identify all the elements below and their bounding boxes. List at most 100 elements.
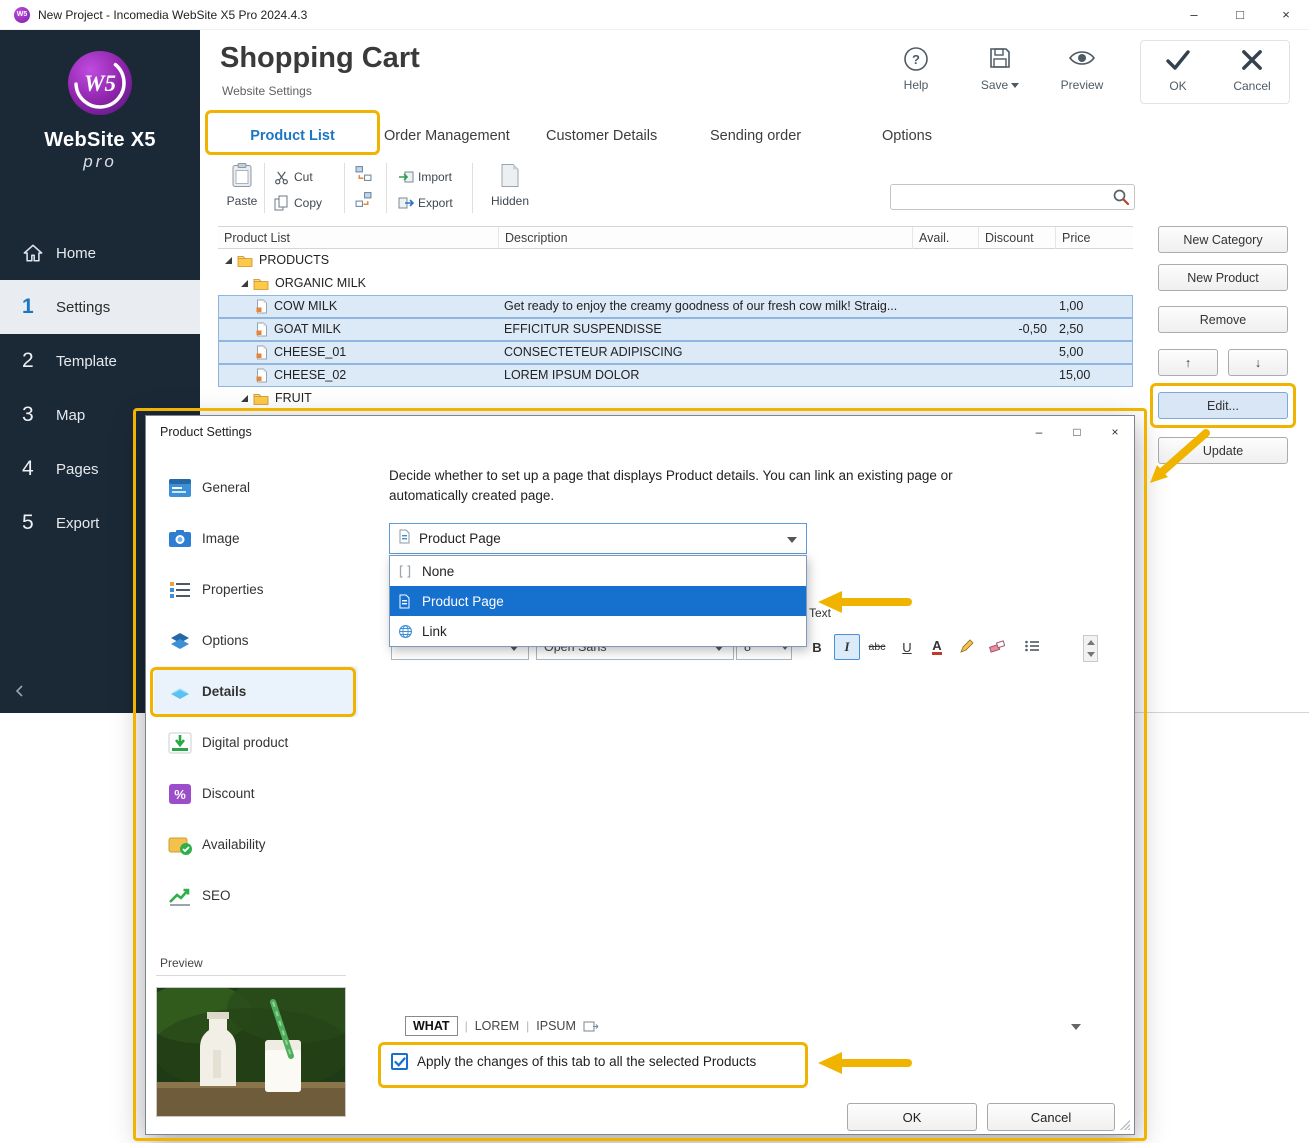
column-header-product-list[interactable]: Product List: [218, 227, 498, 249]
dialog-nav-label: Options: [202, 633, 249, 648]
cut-button[interactable]: Cut: [274, 166, 313, 188]
dropdown-option-product-page[interactable]: Product Page: [390, 586, 806, 616]
product-row[interactable]: CHEESE_01 CONSECTETEUR ADIPISCING 5,00: [218, 341, 1133, 364]
move-level-up-button[interactable]: [352, 165, 374, 187]
dialog-close-button[interactable]: ×: [1096, 417, 1134, 447]
row-name: GOAT MILK: [274, 322, 341, 336]
dialog-maximize-button[interactable]: □: [1058, 417, 1096, 447]
dialog-nav-discount[interactable]: % Discount: [154, 768, 358, 819]
properties-icon: [168, 579, 202, 601]
product-row[interactable]: COW MILK Get ready to enjoy the creamy go…: [218, 295, 1133, 318]
tab-customer-details[interactable]: Customer Details: [546, 118, 657, 155]
search-icon[interactable]: [1108, 188, 1134, 206]
dialog-cancel-button[interactable]: Cancel: [987, 1103, 1115, 1131]
sidebar-item-template[interactable]: 2 Template: [0, 334, 200, 388]
dialog-nav-options[interactable]: Options: [154, 615, 358, 666]
dialog-nav-details[interactable]: Details: [154, 666, 358, 717]
font-color-button[interactable]: A: [924, 634, 950, 660]
clear-format-button[interactable]: [984, 634, 1010, 660]
product-row[interactable]: GOAT MILK EFFICITUR SUSPENDISSE -0,50 2,50: [218, 318, 1133, 341]
dialog-nav-availability[interactable]: Availability: [154, 819, 358, 870]
import-button[interactable]: Import: [398, 166, 452, 188]
new-category-button[interactable]: New Category: [1158, 226, 1288, 253]
italic-button[interactable]: I: [834, 634, 860, 660]
move-up-button[interactable]: ↑: [1158, 349, 1218, 376]
save-button[interactable]: Save: [972, 46, 1028, 92]
tab-product-list[interactable]: Product List: [205, 118, 380, 155]
edit-button[interactable]: Edit...: [1158, 392, 1288, 419]
column-header-description[interactable]: Description: [498, 227, 912, 249]
editor-tab-what[interactable]: WHAT: [405, 1016, 458, 1036]
combobox-value: Product Page: [419, 531, 501, 546]
editor-scrollbar[interactable]: [1083, 635, 1098, 662]
bullet-list-button[interactable]: [1019, 634, 1045, 660]
paste-button[interactable]: Paste: [220, 162, 264, 208]
column-header-avail[interactable]: Avail.: [912, 227, 978, 249]
add-language-icon[interactable]: [583, 1020, 599, 1033]
dropdown-option-label: Product Page: [422, 593, 504, 609]
collapse-sidebar-button[interactable]: [14, 681, 34, 701]
bold-button[interactable]: B: [804, 634, 830, 660]
apply-all-checkbox[interactable]: [391, 1053, 408, 1070]
tab-order-management[interactable]: Order Management: [384, 118, 510, 155]
expand-triangle-icon[interactable]: [240, 394, 253, 403]
cell-description: CONSECTETEUR ADIPISCING: [504, 345, 683, 359]
minimize-button[interactable]: –: [1171, 0, 1217, 30]
dialog-nav-digital-product[interactable]: Digital product: [154, 717, 358, 768]
column-header-price[interactable]: Price: [1055, 227, 1133, 249]
search-input[interactable]: [891, 186, 1108, 208]
folder-icon: [253, 277, 269, 290]
move-down-button[interactable]: ↓: [1228, 349, 1288, 376]
toolbar: Paste Cut Copy Import Export Hidden: [0, 158, 1309, 220]
tab-sending-order[interactable]: Sending order: [710, 118, 801, 155]
maximize-button[interactable]: □: [1217, 0, 1263, 30]
dialog-nav-general[interactable]: General: [154, 462, 358, 513]
dialog-nav-seo[interactable]: SEO: [154, 870, 358, 921]
strikethrough-button[interactable]: abc: [864, 634, 890, 660]
export-button[interactable]: Export: [398, 192, 453, 214]
editor-tab-ipsum[interactable]: IPSUM: [536, 1019, 576, 1033]
dialog-nav-image[interactable]: Image: [154, 513, 358, 564]
resize-grip[interactable]: [1118, 1118, 1130, 1130]
underline-button[interactable]: U: [894, 634, 920, 660]
expand-triangle-icon[interactable]: [240, 279, 253, 288]
expand-triangle-icon[interactable]: [224, 256, 237, 265]
titlebar: W5 New Project - Incomedia WebSite X5 Pr…: [0, 0, 1309, 30]
chevron-down-icon: [787, 537, 797, 543]
cancel-button[interactable]: Cancel: [1222, 47, 1282, 93]
cell-discount: -0,50: [1018, 322, 1048, 336]
category-row[interactable]: ORGANIC MILK: [218, 272, 1133, 295]
update-button[interactable]: Update: [1158, 437, 1288, 464]
ok-cancel-panel: OK Cancel: [1140, 40, 1290, 104]
sidebar-item-settings[interactable]: 1 Settings: [0, 280, 200, 334]
ok-button[interactable]: OK: [1148, 47, 1208, 93]
highlight-button[interactable]: [954, 634, 980, 660]
tab-options[interactable]: Options: [882, 118, 932, 155]
new-product-button[interactable]: New Product: [1158, 264, 1288, 291]
row-name: FRUIT: [275, 391, 312, 405]
editor-tab-lorem[interactable]: LOREM: [475, 1019, 519, 1033]
column-header-discount[interactable]: Discount: [978, 227, 1055, 249]
move-level-down-button[interactable]: [352, 191, 374, 213]
step-number: 4: [22, 457, 34, 480]
dropdown-option-none[interactable]: None: [390, 556, 806, 586]
product-row[interactable]: CHEESE_02 LOREM IPSUM DOLOR 15,00: [218, 364, 1133, 387]
copy-button[interactable]: Copy: [274, 192, 322, 214]
product-page-combobox[interactable]: Product Page: [389, 523, 807, 554]
tab-list-chevron-icon[interactable]: [1071, 1024, 1081, 1030]
preview-button[interactable]: Preview: [1054, 46, 1110, 92]
category-row[interactable]: PRODUCTS: [218, 249, 1133, 272]
dropdown-option-link[interactable]: Link: [390, 616, 806, 646]
page-dropdown-list: None Product Page Link: [389, 555, 807, 647]
dialog-ok-button[interactable]: OK: [847, 1103, 977, 1131]
close-button[interactable]: ×: [1263, 0, 1309, 30]
sidebar-item-home[interactable]: Home: [0, 226, 200, 280]
category-row[interactable]: FRUIT: [218, 387, 1133, 410]
hidden-button[interactable]: Hidden: [488, 162, 532, 208]
remove-button[interactable]: Remove: [1158, 306, 1288, 333]
cell-price: 5,00: [1059, 345, 1084, 359]
dialog-nav-label: General: [202, 480, 251, 495]
dialog-minimize-button[interactable]: –: [1020, 417, 1058, 447]
help-button[interactable]: ? Help: [888, 46, 944, 92]
dialog-nav-properties[interactable]: Properties: [154, 564, 358, 615]
